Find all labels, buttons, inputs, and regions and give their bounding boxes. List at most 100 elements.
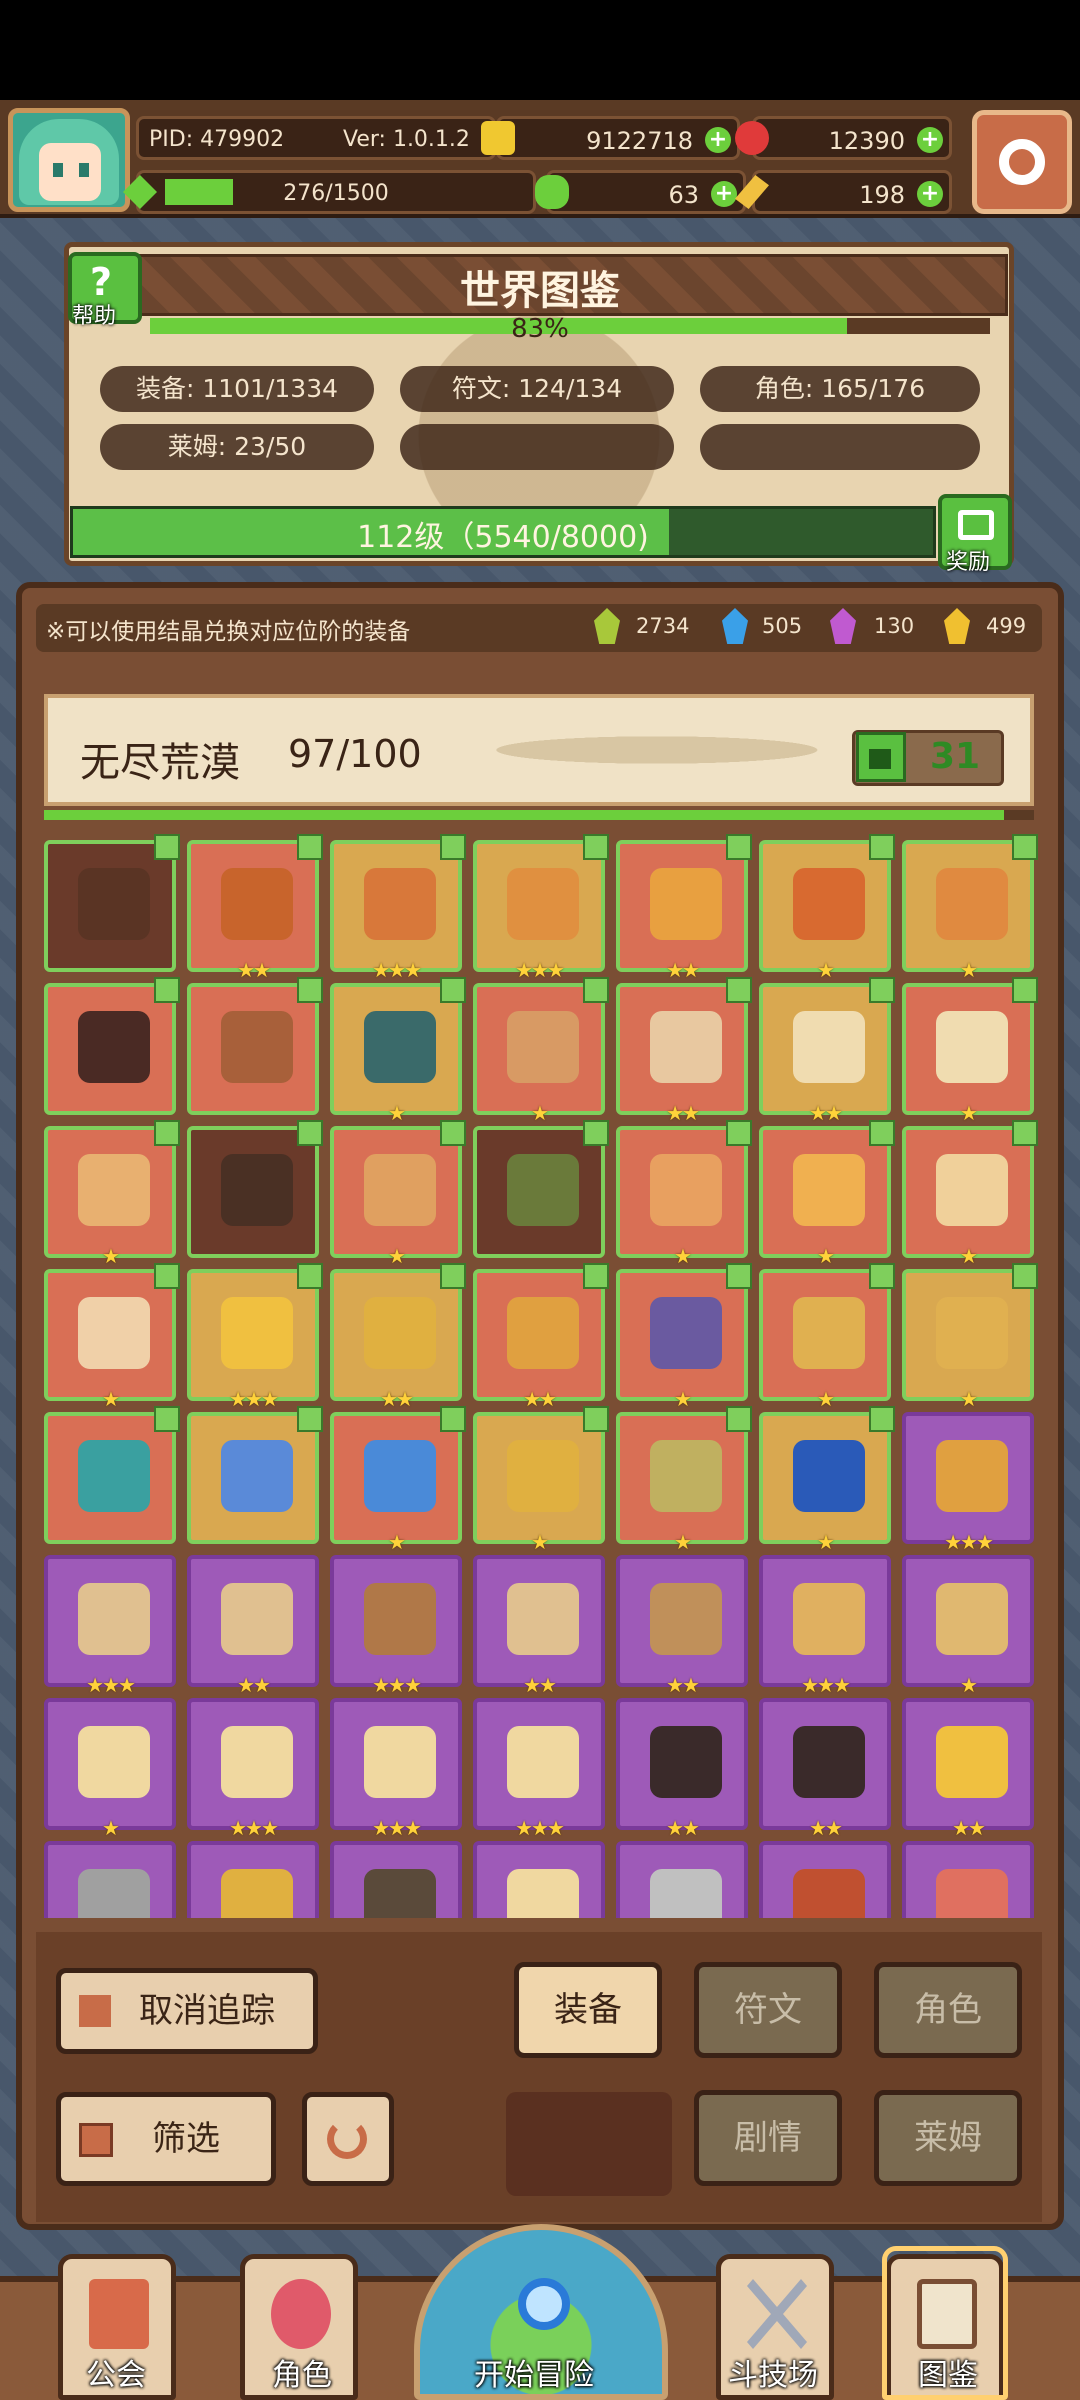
item-dark-chest-armor[interactable]: [44, 834, 180, 972]
untrack-label: 取消追踪: [139, 1991, 275, 2031]
bone-bow-icon: [507, 1869, 579, 1918]
item-sand-armor[interactable]: ★★: [187, 1555, 319, 1697]
item-bone-bracelet[interactable]: ★★★: [330, 1698, 462, 1840]
item-sand-hat[interactable]: ★: [44, 1698, 176, 1840]
gold-plus-button[interactable]: +: [705, 127, 731, 153]
item-black-gold-boots[interactable]: ★★: [902, 1698, 1034, 1840]
tan-boots-icon: [650, 1583, 722, 1655]
zone-count: 97/100: [288, 732, 422, 776]
item-bone-ring[interactable]: ★★: [473, 1555, 605, 1697]
purple-crystal-value: 130: [874, 614, 915, 638]
item-bronze-armor[interactable]: ★★★: [330, 834, 466, 982]
filter-button[interactable]: 筛选: [56, 2092, 276, 2186]
item-dark-ring[interactable]: [330, 1841, 462, 1918]
jade-ring-icon: [78, 1011, 150, 1083]
jewel-staff-icon: [650, 1297, 722, 1369]
item-gold-armor[interactable]: ★★: [616, 834, 752, 982]
red-cloak-icon: [793, 1869, 865, 1918]
item-heart-necklace[interactable]: ★: [330, 1120, 466, 1268]
item-pink-ring[interactable]: [902, 1841, 1034, 1918]
item-gold-crown-armor[interactable]: ★: [616, 1120, 752, 1268]
tracked-thumb-icon: [154, 1406, 180, 1432]
item-blue-scroll[interactable]: [187, 1406, 323, 1544]
tab-story[interactable]: 剧情: [694, 2090, 842, 2186]
item-iron-spear[interactable]: [616, 1841, 748, 1918]
tracked-thumb-icon: [1012, 1120, 1038, 1146]
item-jewel-staff[interactable]: ★: [616, 1263, 752, 1411]
item-cloth-shoes[interactable]: ★★★: [473, 1698, 605, 1840]
tracked-thumb-icon: [726, 1406, 752, 1432]
tracked-thumb-icon: [440, 1263, 466, 1289]
item-tan-boots[interactable]: ★★: [616, 1555, 748, 1697]
refresh-icon: [327, 2119, 367, 2159]
tab-equipment[interactable]: 装备: [514, 1962, 662, 2058]
item-bone-bow[interactable]: [473, 1841, 605, 1918]
item-ruby-necklace[interactable]: ★: [616, 1406, 752, 1554]
tracked-thumb-icon: [297, 1263, 323, 1289]
item-gold-scepter[interactable]: ★: [759, 1120, 895, 1268]
item-red-cloak[interactable]: [759, 1841, 891, 1918]
tracked-thumb-icon: [1012, 834, 1038, 860]
item-compass-amulet[interactable]: ★: [44, 1120, 180, 1268]
item-jade-ring[interactable]: [44, 977, 180, 1115]
item-gold-staff[interactable]: ★: [759, 1263, 895, 1411]
item-sand-orb[interactable]: ★: [902, 1120, 1038, 1268]
tab-slime[interactable]: 莱姆: [874, 2090, 1022, 2186]
emerald-necklace-icon: [364, 1297, 436, 1369]
item-sapphire-tiara[interactable]: ★: [330, 1406, 466, 1554]
item-circlet-crown[interactable]: [44, 1406, 180, 1544]
item-ruby-ring[interactable]: ★: [759, 1406, 895, 1554]
gem-plus-button[interactable]: +: [917, 127, 943, 153]
item-dark-shield[interactable]: [187, 1120, 323, 1258]
gold-coin-icon: [481, 121, 515, 155]
item-cloth-bracer[interactable]: ★★: [759, 977, 895, 1125]
player-avatar[interactable]: [8, 108, 130, 212]
item-stars: ★★★: [229, 1816, 279, 1840]
item-bone-club[interactable]: ★★★: [759, 1555, 891, 1697]
item-cloth-mitt[interactable]: ★★★: [187, 1698, 319, 1840]
item-emerald-ring[interactable]: ★★: [473, 1263, 609, 1411]
item-tan-robe[interactable]: ★★: [616, 977, 752, 1125]
item-emerald-crest[interactable]: ★★★: [187, 1263, 323, 1411]
item-cloth-glove[interactable]: ★: [902, 977, 1038, 1125]
item-gold-banner[interactable]: [187, 1841, 319, 1918]
item-emerald-necklace[interactable]: ★★: [330, 1263, 466, 1411]
item-steel-sword[interactable]: [44, 1841, 176, 1918]
item-black-gold-helm[interactable]: ★★: [616, 1698, 748, 1840]
item-black-gold-armor[interactable]: ★★: [759, 1698, 891, 1840]
tracked-thumb-icon: [583, 1406, 609, 1432]
item-leather-vest[interactable]: ★★: [187, 834, 323, 982]
tab-characters[interactable]: 角色: [874, 1962, 1022, 2058]
item-copper-belt-armor[interactable]: ★: [759, 834, 895, 982]
item-tan-hood[interactable]: ★★★: [44, 1555, 176, 1697]
tracked-thumb-icon: [583, 834, 609, 860]
item-tan-tunic[interactable]: ★: [44, 1263, 180, 1411]
item-leather-glove[interactable]: ★★★: [330, 1555, 462, 1697]
thumbs-up-icon[interactable]: [856, 732, 906, 782]
gold-bar: 9122718 +: [481, 116, 740, 160]
item-wooden-staff[interactable]: ★: [473, 977, 609, 1125]
untrack-button[interactable]: 取消追踪: [56, 1968, 318, 2054]
exp-bar: 276/1500: [123, 170, 536, 214]
clover-plus-button[interactable]: +: [711, 181, 737, 207]
item-leather-boots[interactable]: [187, 977, 323, 1115]
refresh-button[interactable]: [302, 2092, 394, 2186]
item-gold-sapphire-orb[interactable]: ★: [902, 1263, 1038, 1411]
item-bronze-gauntlet[interactable]: ★★★: [473, 834, 609, 982]
pid-bar: PID: 479902 Ver: 1.0.1.2: [136, 116, 496, 160]
pickaxe-plus-button[interactable]: +: [917, 181, 943, 207]
tab-runes[interactable]: 符文: [694, 1962, 842, 2058]
item-stars: ★★: [237, 1673, 271, 1697]
pid-text: PID: 479902: [149, 127, 285, 152]
cloth-shoes-icon: [507, 1726, 579, 1798]
settings-button[interactable]: [972, 110, 1072, 214]
item-gold-heart-amulet[interactable]: ★★★: [902, 1412, 1034, 1554]
item-bronze-boots[interactable]: ★: [902, 834, 1038, 982]
item-green-wand[interactable]: [473, 1120, 609, 1258]
item-genie-lamp[interactable]: ★: [473, 1406, 609, 1554]
nav-guild-label: 公会: [86, 2358, 146, 2393]
status-bar-area: [0, 0, 1080, 100]
item-sand-pearl[interactable]: ★: [902, 1555, 1034, 1697]
item-teal-necklace[interactable]: ★: [330, 977, 466, 1125]
tracked-thumb-icon: [1012, 977, 1038, 1003]
